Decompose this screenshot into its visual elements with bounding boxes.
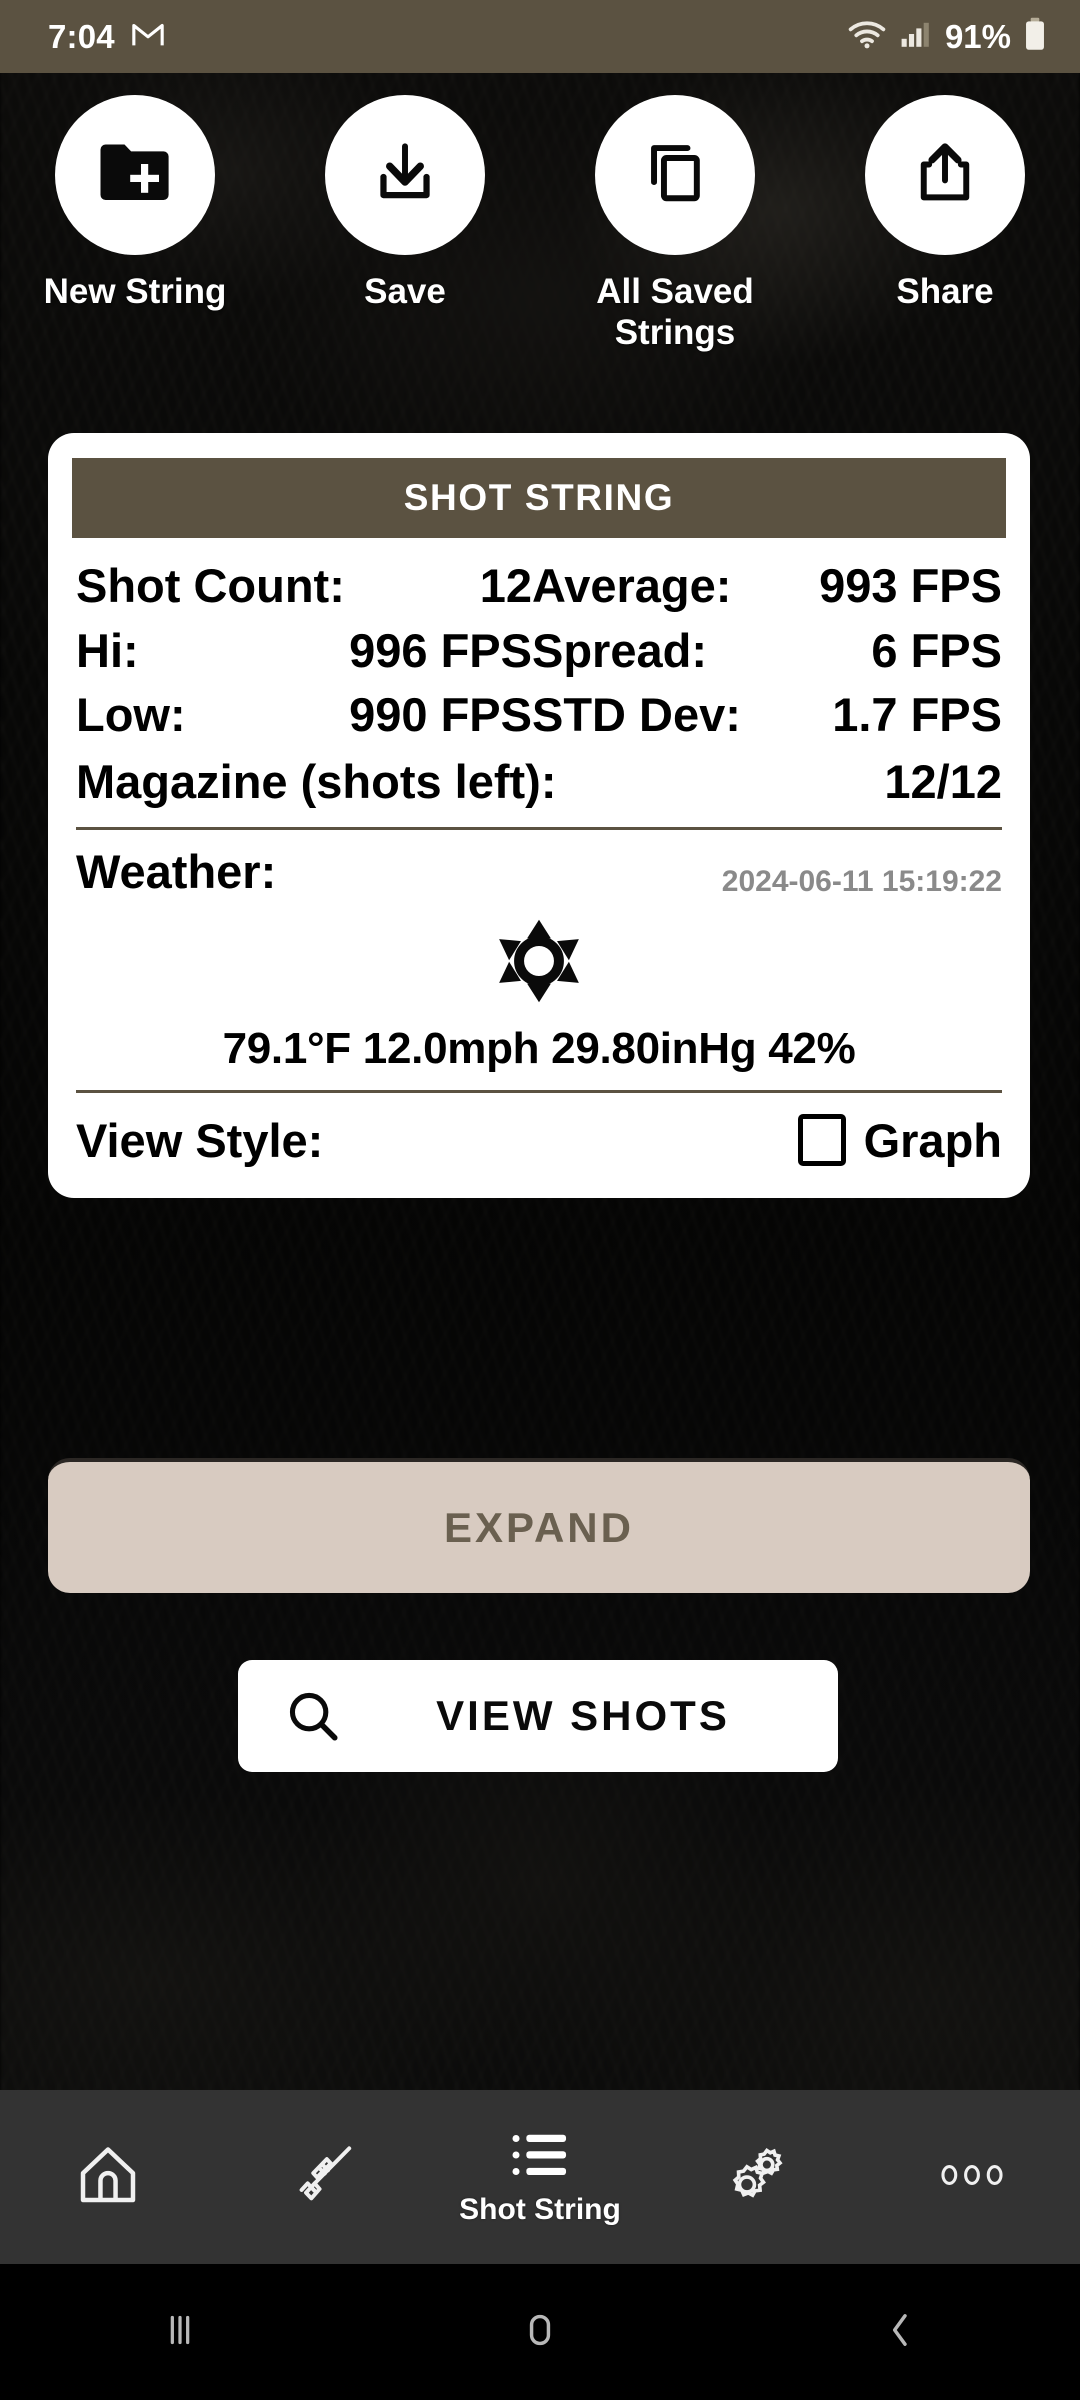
stat-shot-count: Shot Count: 12 bbox=[76, 559, 532, 613]
status-bar-right: 91% bbox=[847, 17, 1046, 56]
bottom-navigation-bar: Shot String bbox=[0, 2090, 1080, 2264]
share-button-circle[interactable] bbox=[865, 95, 1025, 255]
divider-above-view-style bbox=[76, 1089, 1002, 1093]
shot-string-card-header: SHOT STRING bbox=[72, 458, 1006, 538]
new-string-button[interactable]: New String bbox=[0, 95, 270, 313]
save-button[interactable]: Save bbox=[270, 95, 540, 313]
nav-item-home[interactable] bbox=[0, 2090, 216, 2264]
folder-plus-icon bbox=[96, 139, 174, 212]
back-button[interactable] bbox=[720, 2307, 1080, 2358]
shot-count-label: Shot Count: bbox=[76, 559, 345, 612]
recents-button[interactable] bbox=[0, 2307, 360, 2358]
spread-value: 6 FPS bbox=[871, 623, 1002, 677]
new-string-button-circle[interactable] bbox=[55, 95, 215, 255]
low-label: Low: bbox=[76, 688, 186, 742]
save-label: Save bbox=[364, 272, 446, 311]
gmail-icon bbox=[131, 21, 165, 52]
stat-row-magazine: Magazine (shots left): 12/12 bbox=[76, 748, 1002, 815]
share-upload-icon bbox=[911, 139, 979, 212]
expand-button[interactable]: EXPAND bbox=[48, 1458, 1030, 1593]
average-value: 993 FPS bbox=[819, 559, 1002, 612]
all-saved-strings-label: All Saved Strings bbox=[596, 272, 754, 352]
save-button-circle[interactable] bbox=[325, 95, 485, 255]
rifle-icon bbox=[289, 2140, 359, 2215]
magazine-value: 12/12 bbox=[884, 754, 1002, 808]
magazine-label: Magazine (shots left): bbox=[76, 754, 557, 808]
stat-hi: Hi: 996 FPS bbox=[76, 623, 532, 678]
view-style-row: View Style: Graph bbox=[76, 1099, 1002, 1198]
average-label: Average: bbox=[532, 559, 732, 612]
back-chevron-icon bbox=[877, 2307, 923, 2358]
weather-header-row: Weather: 2024-06-11 15:19:22 bbox=[76, 836, 1002, 901]
graph-checkbox[interactable] bbox=[797, 1114, 846, 1167]
shot-count-value: 12 bbox=[479, 559, 532, 612]
new-string-label: New String bbox=[43, 272, 227, 311]
stat-average: Average: 993 FPS bbox=[532, 559, 1002, 613]
copy-icon bbox=[641, 139, 709, 212]
nav-item-shot-string[interactable]: Shot String bbox=[432, 2090, 648, 2264]
all-saved-strings-button-circle[interactable] bbox=[595, 95, 755, 255]
shot-string-title: SHOT STRING bbox=[403, 477, 675, 518]
graph-checkbox-group[interactable]: Graph bbox=[797, 1113, 1002, 1168]
wifi-icon bbox=[847, 19, 887, 54]
recents-icon bbox=[157, 2307, 203, 2358]
stat-row-count-average: Shot Count: 12 Average: 993 FPS bbox=[76, 554, 1002, 619]
search-icon bbox=[238, 1687, 388, 1745]
nav-item-settings[interactable] bbox=[648, 2090, 864, 2264]
gears-icon bbox=[722, 2141, 790, 2214]
status-bar-clock: 7:04 bbox=[48, 17, 115, 55]
all-saved-strings-button[interactable]: All Saved Strings bbox=[540, 95, 810, 353]
stat-row-hi-spread: Hi: 996 FPS Spread: 6 FPS bbox=[76, 619, 1002, 684]
sun-icon bbox=[493, 915, 585, 1012]
download-icon bbox=[371, 139, 439, 212]
nav-item-more[interactable] bbox=[864, 2090, 1080, 2264]
graph-checkbox-label[interactable]: Graph bbox=[864, 1113, 1002, 1168]
hi-value: 996 FPS bbox=[349, 623, 532, 677]
expand-button-label: EXPAND bbox=[444, 1503, 634, 1551]
hi-label: Hi: bbox=[76, 623, 139, 677]
list-icon bbox=[509, 2128, 571, 2187]
nav-item-shot-string-label: Shot String bbox=[459, 2192, 621, 2226]
divider-above-weather bbox=[76, 826, 1002, 830]
status-bar-left: 7:04 bbox=[48, 18, 165, 56]
cellular-signal-icon bbox=[900, 19, 932, 54]
top-action-toolbar: New String Save All Saved Strings Share bbox=[0, 95, 1080, 353]
stat-std-dev: STD Dev: 1.7 FPS bbox=[532, 689, 1002, 742]
view-shots-label: VIEW SHOTS bbox=[436, 1692, 730, 1739]
battery-percent-label: 91% bbox=[944, 17, 1011, 55]
share-button[interactable]: Share bbox=[810, 95, 1080, 313]
weather-icon-wrap bbox=[76, 901, 1002, 1018]
status-bar: 7:04 91% bbox=[0, 0, 1080, 73]
background-overlay bbox=[0, 0, 1080, 2400]
nav-item-rifle[interactable] bbox=[216, 2090, 432, 2264]
home-square-icon bbox=[517, 2307, 563, 2358]
system-navigation-bar bbox=[0, 2264, 1080, 2400]
weather-label: Weather: bbox=[76, 844, 277, 898]
more-dots-icon bbox=[937, 2158, 1007, 2197]
home-icon bbox=[75, 2142, 141, 2213]
stat-spread: Spread: 6 FPS bbox=[532, 623, 1002, 678]
shot-string-card: SHOT STRING Shot Count: 12 Average: 993 … bbox=[48, 433, 1030, 1198]
low-value: 990 FPS bbox=[349, 688, 532, 742]
weather-readings: 79.1°F 12.0mph 29.80inHg 42% bbox=[222, 1023, 856, 1073]
shot-string-card-body: Shot Count: 12 Average: 993 FPS Hi: 996 … bbox=[48, 538, 1030, 1198]
stat-low: Low: 990 FPS bbox=[76, 689, 532, 742]
std-dev-label: STD Dev: bbox=[532, 688, 741, 742]
weather-timestamp: 2024-06-11 15:19:22 bbox=[721, 864, 1002, 898]
home-button[interactable] bbox=[360, 2307, 720, 2358]
share-label: Share bbox=[896, 272, 994, 311]
battery-icon bbox=[1024, 17, 1046, 56]
spread-label: Spread: bbox=[532, 623, 707, 677]
view-shots-button[interactable]: VIEW SHOTS bbox=[238, 1660, 838, 1772]
view-style-label: View Style: bbox=[76, 1113, 324, 1167]
stat-row-low-stddev: Low: 990 FPS STD Dev: 1.7 FPS bbox=[76, 683, 1002, 748]
std-dev-value: 1.7 FPS bbox=[832, 688, 1002, 742]
